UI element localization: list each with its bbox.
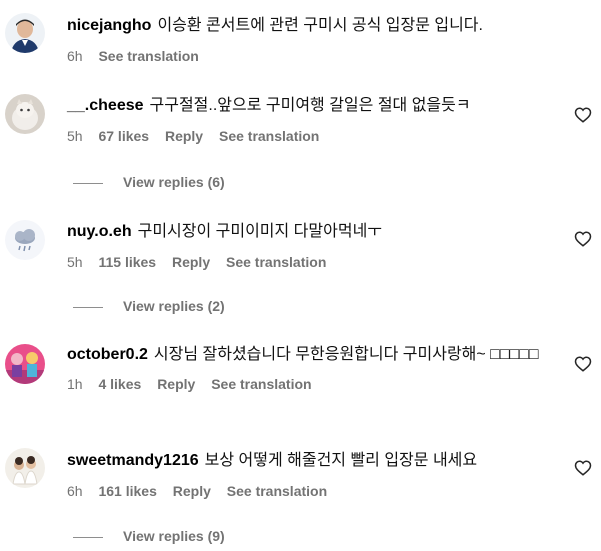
comment-username[interactable]: sweetmandy1216 — [67, 452, 199, 469]
avatar[interactable] — [5, 13, 45, 53]
comment-text: 보상 어떻게 해줄건지 빨리 입장문 내세요 — [204, 452, 478, 469]
view-replies-button[interactable]: View replies (2) — [73, 297, 225, 315]
like-count[interactable]: 67 likes — [98, 128, 149, 144]
comment-time: 1h — [67, 376, 83, 392]
see-translation-button[interactable]: See translation — [211, 376, 311, 392]
avatar[interactable] — [5, 220, 45, 260]
reply-button[interactable]: Reply — [173, 483, 211, 499]
comment-username[interactable]: october0.2 — [67, 346, 148, 363]
heart-icon[interactable] — [574, 106, 592, 124]
see-translation-button[interactable]: See translation — [219, 128, 319, 144]
divider — [73, 306, 103, 308]
divider — [73, 536, 103, 538]
comment-text: 구미시장이 구미이미지 다말아먹네ㅜ — [137, 223, 383, 240]
view-replies-button[interactable]: View replies (9) — [73, 527, 225, 545]
comment-username[interactable]: __.cheese — [67, 97, 144, 114]
avatar[interactable] — [5, 94, 45, 134]
like-count[interactable]: 4 likes — [98, 376, 141, 392]
comment-time: 6h — [67, 48, 83, 64]
like-count[interactable]: 115 likes — [98, 254, 156, 270]
see-translation-button[interactable]: See translation — [227, 483, 327, 499]
comment-time: 5h — [67, 128, 83, 144]
heart-icon[interactable] — [574, 459, 592, 477]
reply-button[interactable]: Reply — [157, 376, 195, 392]
comment-text: 시장님 잘하셨습니다 무한응원합니다 구미사랑해~ □□□□□ — [153, 346, 539, 363]
comment-username[interactable]: nuy.o.eh — [67, 223, 132, 240]
see-translation-button[interactable]: See translation — [226, 254, 326, 270]
comment-text: 이승환 콘서트에 관련 구미시 공식 입장문 입니다. — [157, 17, 483, 34]
comment-time: 5h — [67, 254, 83, 270]
heart-icon[interactable] — [574, 355, 592, 373]
view-replies-button[interactable]: View replies (6) — [73, 173, 225, 191]
heart-icon[interactable] — [574, 230, 592, 248]
comment-text: 구구절절..앞으로 구미여행 갈일은 절대 없을듯ㅋ — [149, 97, 471, 114]
like-count[interactable]: 161 likes — [98, 483, 156, 499]
reply-button[interactable]: Reply — [165, 128, 203, 144]
avatar[interactable] — [5, 344, 45, 384]
avatar[interactable] — [5, 448, 45, 488]
comment-time: 6h — [67, 483, 83, 499]
reply-button[interactable]: Reply — [172, 254, 210, 270]
divider — [73, 182, 103, 184]
see-translation-button[interactable]: See translation — [98, 48, 198, 64]
comment-username[interactable]: nicejangho — [67, 17, 151, 34]
